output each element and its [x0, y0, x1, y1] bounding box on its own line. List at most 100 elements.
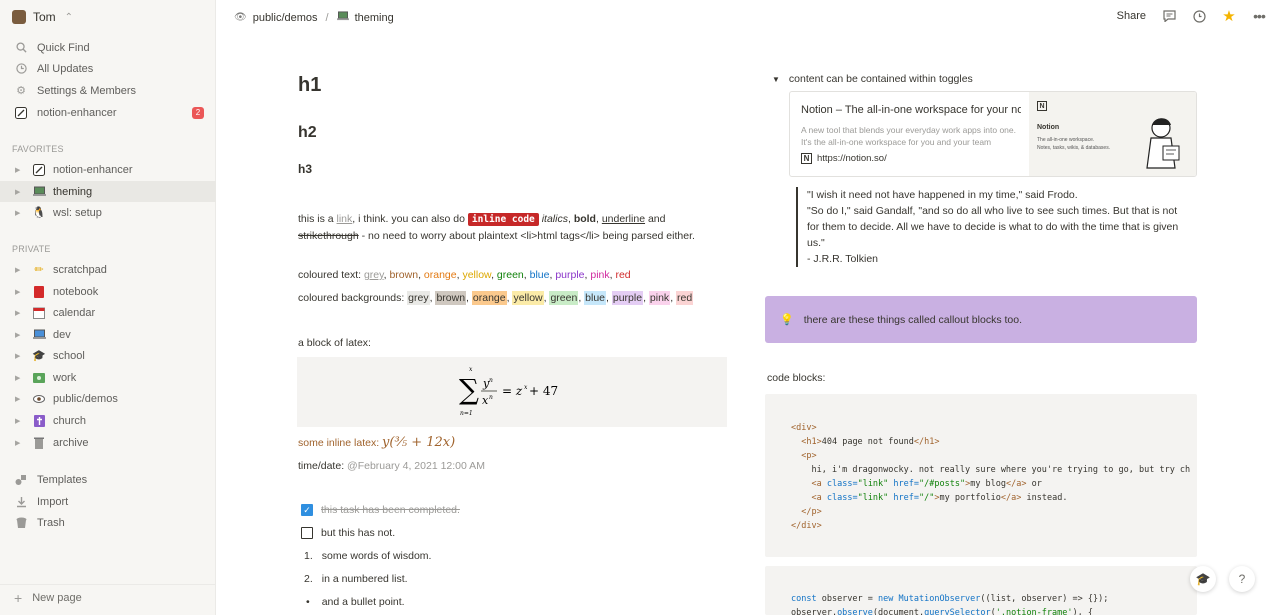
- sidebar-item-settings[interactable]: ⚙ Settings & Members: [0, 80, 216, 101]
- coloured-background-line: coloured backgrounds: grey, brown, orang…: [298, 291, 694, 305]
- toggle-arrow-icon[interactable]: ▶: [15, 288, 25, 296]
- sidebar-item-all-updates[interactable]: All Updates: [0, 58, 216, 79]
- code-line: <p>: [801, 451, 817, 461]
- history-icon[interactable]: [1192, 9, 1206, 23]
- bg-sample: green: [549, 291, 579, 305]
- sidebar-item-label: calendar: [53, 306, 96, 319]
- text: and: [645, 213, 666, 225]
- favorites-heading: FAVORITES: [12, 144, 64, 154]
- private-heading: PRIVATE: [12, 244, 51, 254]
- label: coloured backgrounds:: [298, 292, 408, 304]
- help-button[interactable]: ?: [1229, 566, 1255, 592]
- notion-logo-icon: N: [1037, 101, 1047, 111]
- inline-code: inline code: [467, 213, 539, 226]
- workspace-name: Tom: [33, 10, 56, 24]
- notification-badge: 2: [192, 106, 204, 119]
- sidebar-item-scratchpad[interactable]: ▶ ✏ scratchpad: [0, 259, 216, 280]
- toggle-arrow-icon[interactable]: ▶: [15, 188, 25, 196]
- sidebar: Tom ⌃ Quick Find All Updates ⚙ Settings …: [0, 0, 216, 615]
- bg-sample: brown: [435, 291, 467, 305]
- sidebar-item-notion-enhancer-fav[interactable]: ▶ notion-enhancer: [0, 159, 216, 180]
- colour-sample: orange: [423, 269, 457, 281]
- toggle-arrow-icon[interactable]: ▶: [15, 417, 25, 425]
- breadcrumb-item-theming[interactable]: theming: [355, 12, 394, 24]
- bg-sample: purple: [611, 291, 644, 305]
- bookmark-thumbnail: N Notion The all-in-one workspace. Notes,…: [1029, 92, 1196, 176]
- sidebar-item-templates[interactable]: Templates: [0, 469, 216, 490]
- quote-block: "I wish it need not have happened in my …: [796, 187, 1181, 267]
- workspace-switcher[interactable]: Tom ⌃: [12, 10, 73, 24]
- sidebar-item-theming[interactable]: ▶ theming: [0, 181, 216, 202]
- inline-latex-equation[interactable]: y(⅗ + 12x): [382, 435, 455, 450]
- sidebar-item-public-demos[interactable]: ▶ public/demos: [0, 388, 216, 409]
- toggle-arrow-icon[interactable]: ▶: [15, 439, 25, 447]
- sidebar-item-church[interactable]: ▶ church: [0, 410, 216, 431]
- more-icon[interactable]: •••: [1252, 8, 1266, 24]
- todo-text: but this has not.: [321, 527, 396, 539]
- toggle-open-icon[interactable]: ▼: [772, 75, 780, 84]
- thumb-subtitle: The all-in-one workspace. Notes, tasks, w…: [1037, 136, 1117, 152]
- breadcrumb-item-public-demos[interactable]: public/demos: [253, 12, 318, 24]
- bg-sample: pink: [648, 291, 671, 305]
- toggle-arrow-icon[interactable]: ▶: [15, 309, 25, 317]
- sidebar-item-trash[interactable]: Trash: [0, 512, 216, 533]
- calendar-icon: [32, 306, 46, 320]
- sidebar-item-notion-enhancer[interactable]: notion-enhancer 2: [0, 102, 216, 123]
- svg-text:∑: ∑: [459, 373, 479, 406]
- toggle-arrow-icon[interactable]: ▶: [15, 266, 25, 274]
- toggle-arrow-icon[interactable]: ▶: [15, 395, 25, 403]
- notion-enhancer-icon: [14, 106, 28, 120]
- checkbox-unchecked[interactable]: [301, 527, 313, 539]
- computer-icon: [32, 328, 46, 342]
- graduation-cap-help-button[interactable]: 🎓: [1190, 566, 1216, 592]
- bullet-dot: •: [306, 596, 310, 608]
- toggle-arrow-icon[interactable]: ▶: [15, 209, 25, 217]
- toggle-arrow-icon[interactable]: ▶: [15, 331, 25, 339]
- sidebar-item-school[interactable]: ▶ 🎓 school: [0, 345, 216, 366]
- inline-link[interactable]: link: [337, 213, 353, 225]
- pencil-icon: ✏: [34, 264, 44, 276]
- quote-line: "So do I," said Gandalf, "and so do all …: [807, 205, 1179, 249]
- inline-latex-label: some inline latex:: [298, 437, 383, 449]
- comment-icon[interactable]: [1162, 9, 1176, 23]
- svg-text:x: x: [524, 384, 528, 391]
- sidebar-item-label: school: [53, 349, 85, 362]
- sidebar-item-dev[interactable]: ▶ dev: [0, 324, 216, 345]
- templates-icon: [14, 473, 28, 487]
- sidebar-item-archive[interactable]: ▶ archive: [0, 432, 216, 453]
- plus-icon: +: [14, 589, 23, 606]
- bullet-list-item: • and a bullet point.: [306, 596, 405, 608]
- sidebar-item-quick-find[interactable]: Quick Find: [0, 37, 216, 58]
- colour-sample: green: [496, 269, 524, 281]
- checkbox-checked[interactable]: ✓: [301, 504, 313, 516]
- new-page-button[interactable]: + New page: [0, 584, 216, 610]
- label: time/date:: [298, 460, 348, 472]
- sidebar-item-work[interactable]: ▶ work: [0, 367, 216, 388]
- toggle-arrow-icon[interactable]: ▶: [15, 166, 25, 174]
- toggle-arrow-icon[interactable]: ▶: [15, 352, 25, 360]
- sidebar-item-label: Trash: [37, 516, 65, 529]
- latex-equation-block[interactable]: x ∑ n=1 y n x n = z x + 47: [297, 357, 727, 427]
- underline-text: underline: [601, 213, 646, 225]
- code-block-html[interactable]: <div> <h1>404 page not found</h1> <p> hi…: [765, 394, 1197, 557]
- sidebar-item-notebook[interactable]: ▶ notebook: [0, 281, 216, 302]
- sidebar-item-calendar[interactable]: ▶ calendar: [0, 302, 216, 323]
- sidebar-item-wsl-setup[interactable]: ▶ 🐧 wsl: setup: [0, 202, 216, 223]
- numbered-list-item: 2. in a numbered list.: [304, 573, 408, 585]
- text: - no need to worry about plaintext <li>h…: [358, 230, 695, 242]
- date-mention[interactable]: @February 4, 2021 12:00 AM: [347, 460, 485, 472]
- bg-sample: blue: [584, 291, 607, 305]
- toggle-arrow-icon[interactable]: ▶: [15, 374, 25, 382]
- star-icon[interactable]: ★: [1222, 8, 1236, 25]
- share-button[interactable]: Share: [1117, 10, 1146, 22]
- sidebar-item-label: Settings & Members: [37, 84, 137, 97]
- bg-sample: orange: [471, 291, 507, 305]
- bookmark-card[interactable]: Notion – The all-in-one workspace for yo…: [789, 91, 1197, 177]
- money-icon: [32, 371, 46, 385]
- toggle-block[interactable]: ▼ content can be contained within toggle…: [772, 73, 973, 85]
- svg-text:= z: = z: [502, 384, 523, 398]
- sidebar-item-import[interactable]: Import: [0, 491, 216, 512]
- code-block-js[interactable]: const observer = new MutationObserver((l…: [765, 566, 1197, 615]
- graduation-cap-icon: 🎓: [32, 350, 46, 362]
- gear-icon: ⚙: [16, 85, 26, 97]
